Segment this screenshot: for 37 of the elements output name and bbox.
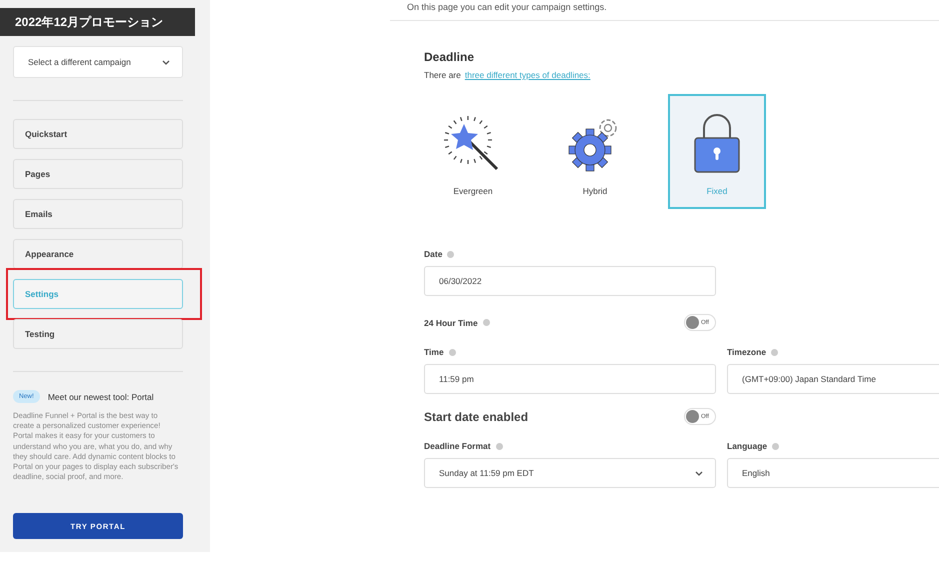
deadline-format-select[interactable]: Sunday at 11:59 pm EDT [424,458,716,488]
deadline-type-label: Hybrid [582,186,608,196]
chevron-down-icon [695,470,703,476]
field-label: Date [424,249,442,259]
field-label: Timezone [727,347,766,357]
time-input[interactable]: 11:59 pm [424,364,716,394]
promo-title: Meet our newest tool: Portal [48,392,154,402]
nav-item[interactable]: Emails [13,199,183,229]
deadline-type-option[interactable]: Hybrid [546,94,644,209]
nav-item[interactable]: Pages [13,159,183,189]
campaign-title: 2022年12月プロモーション [0,8,195,36]
timezone-select[interactable]: (GMT+09:00) Japan Standard Time [727,364,939,394]
campaign-select[interactable]: Select a different campaign [13,46,183,78]
help-icon[interactable] [771,348,778,356]
padlock-icon [692,112,742,174]
field-label: Time [424,347,444,357]
help-icon[interactable] [448,348,456,356]
nav-item[interactable]: Testing [13,319,183,349]
deadline-type-option[interactable]: Evergreen [424,94,522,209]
help-icon[interactable] [772,442,780,450]
language-select[interactable]: English [727,458,939,488]
field-label: 24 Hour Time [424,318,478,328]
help-icon[interactable] [482,319,490,326]
section-heading: Deadline [424,50,476,64]
section-heading: Start date enabled [424,410,528,424]
nav-item[interactable]: Quickstart [13,119,183,149]
field-label: Deadline Format [424,441,491,451]
deadline-text: There are [424,70,461,80]
date-input[interactable]: 06/30/2022 [424,266,716,296]
chevron-down-icon [162,60,170,64]
help-icon[interactable] [496,442,503,450]
nav-item[interactable]: Appearance [13,239,183,269]
field-label: Language [727,441,768,451]
help-icon[interactable] [447,250,454,258]
deadline-type-label: Fixed [706,186,728,196]
intro-text: On this page you can edit your campaign settings. [407,2,608,12]
deadline-type-label: Evergreen [453,186,493,196]
